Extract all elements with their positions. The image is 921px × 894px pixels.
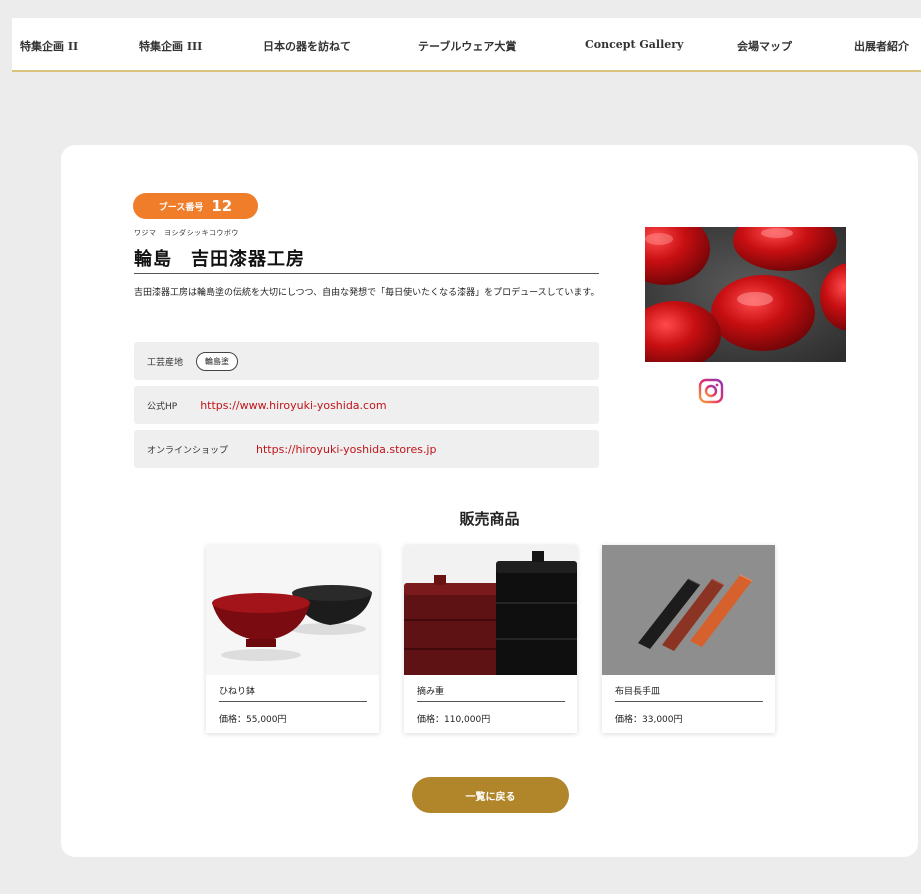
product-card[interactable]: 摘み重 価格：110,000円 — [404, 545, 577, 733]
exhibitor-description: 吉田漆器工房は輪島塗の伝統を大切にしつつ、自由な発想で「毎日使いたくなる漆器」を… — [134, 288, 600, 298]
nav-item-venue-map[interactable]: 会場マップ — [737, 38, 792, 54]
products-section-title: 販売商品 — [459, 510, 520, 528]
online-shop-label: オンラインショップ — [147, 445, 229, 456]
instagram-icon[interactable] — [698, 378, 724, 404]
product-card[interactable]: 布目長手皿 価格：33,000円 — [602, 545, 775, 733]
product-divider — [219, 701, 367, 702]
exhibitor-kana: ワジマ ヨシダシッキコウボウ — [134, 229, 239, 237]
back-to-list-button[interactable]: 一覧に戻る — [412, 777, 569, 813]
craft-origin-row: 工芸産地 輪島塗 — [134, 342, 599, 380]
page: 特集企画 II 特集企画 III 日本の器を訪ねて テーブルウェア大賞 Conc… — [0, 0, 921, 894]
booth-badge: ブース番号 12 — [133, 193, 258, 219]
nav-item-special-2[interactable]: 特集企画 II — [20, 38, 78, 54]
product-image — [404, 545, 577, 675]
name-divider — [134, 273, 599, 274]
product-card[interactable]: ひねり鉢 価格：55,000円 — [206, 545, 379, 733]
product-price: 価格：110,000円 — [417, 715, 491, 725]
booth-number: 12 — [211, 197, 233, 215]
exhibitor-photo — [645, 227, 846, 362]
official-hp-link[interactable]: https://www.hiroyuki-yoshida.com — [200, 399, 386, 412]
online-shop-link[interactable]: https://hiroyuki-yoshida.stores.jp — [256, 443, 436, 456]
nav-item-special-3[interactable]: 特集企画 III — [139, 38, 202, 54]
booth-label: ブース番号 — [158, 202, 204, 213]
product-name: ひねり鉢 — [219, 687, 256, 697]
product-price: 価格：33,000円 — [615, 715, 683, 725]
official-hp-row: 公式HP https://www.hiroyuki-yoshida.com — [134, 386, 599, 424]
product-image — [602, 545, 775, 675]
exhibitor-card: ブース番号 12 ワジマ ヨシダシッキコウボウ 輪島 吉田漆器工房 吉田漆器工房… — [61, 145, 918, 857]
online-shop-row: オンラインショップ https://hiroyuki-yoshida.store… — [134, 430, 599, 468]
official-hp-label: 公式HP — [147, 401, 178, 412]
nav-item-tableware-award[interactable]: テーブルウェア大賞 — [418, 38, 516, 54]
exhibitor-name: 輪島 吉田漆器工房 — [134, 249, 305, 270]
product-name: 布目長手皿 — [615, 687, 661, 697]
top-navigation: 特集企画 II 特集企画 III 日本の器を訪ねて テーブルウェア大賞 Conc… — [12, 18, 921, 72]
product-price: 価格：55,000円 — [219, 715, 287, 725]
nav-item-exhibitors[interactable]: 出展者紹介 — [854, 38, 909, 54]
nav-item-concept-gallery[interactable]: Concept Gallery — [585, 38, 683, 51]
nav-item-japan-vessels[interactable]: 日本の器を訪ねて — [263, 38, 351, 54]
craft-origin-label: 工芸産地 — [147, 357, 184, 368]
craft-origin-tag[interactable]: 輪島塗 — [196, 351, 239, 371]
product-image — [206, 545, 379, 675]
product-divider — [615, 701, 763, 702]
product-divider — [417, 701, 565, 702]
product-name: 摘み重 — [417, 687, 445, 697]
